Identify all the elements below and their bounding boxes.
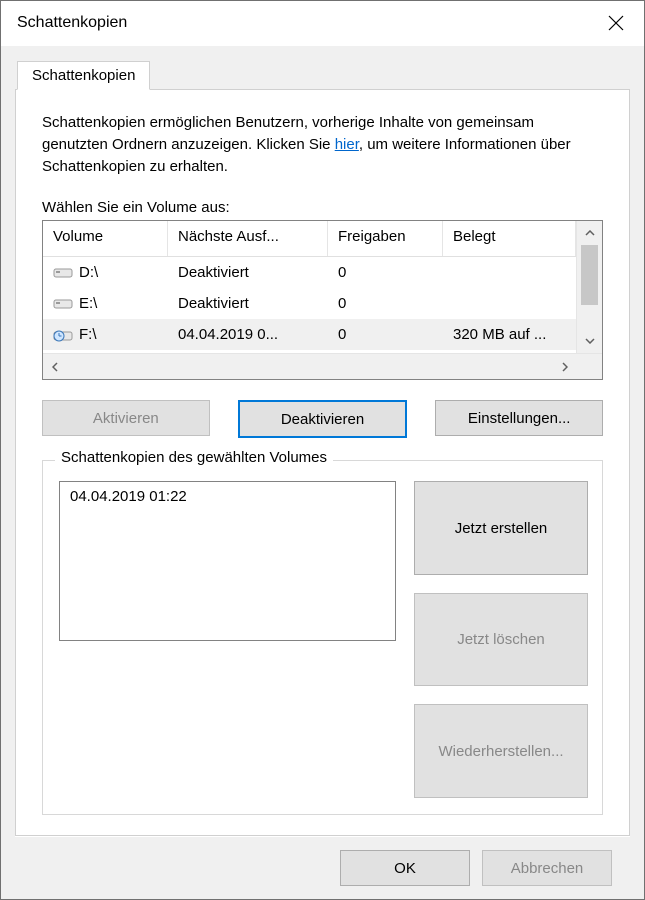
- volume-list-header: Volume Nächste Ausf... Freigaben Belegt: [43, 221, 576, 257]
- window-title: Schattenkopien: [17, 14, 127, 32]
- dialog-footer: OK Abbrechen: [15, 836, 630, 899]
- close-button[interactable]: [588, 1, 644, 45]
- settings-button[interactable]: Einstellungen...: [435, 400, 603, 436]
- scroll-up-icon[interactable]: [577, 221, 602, 245]
- header-volume[interactable]: Volume: [43, 221, 168, 256]
- drive-clock-icon: [53, 328, 73, 342]
- help-link[interactable]: hier: [335, 136, 359, 153]
- shadow-copies-dialog: Schattenkopien Schattenkopien Schattenko…: [0, 0, 645, 900]
- header-used[interactable]: Belegt: [443, 221, 576, 256]
- table-row[interactable]: D:\ Deaktiviert 0: [43, 257, 576, 288]
- select-volume-label: Wählen Sie ein Volume aus:: [42, 199, 603, 216]
- cancel-button[interactable]: Abbrechen: [482, 850, 612, 886]
- groupbox-title: Schattenkopien des gewählten Volumes: [55, 449, 333, 466]
- volume-list[interactable]: Volume Nächste Ausf... Freigaben Belegt: [42, 220, 603, 380]
- deactivate-button[interactable]: Deaktivieren: [238, 400, 408, 438]
- tab-content: Schattenkopien ermöglichen Benutzern, vo…: [15, 89, 630, 836]
- tab-label: Schattenkopien: [32, 67, 135, 84]
- scroll-thumb[interactable]: [581, 245, 598, 305]
- scroll-right-icon[interactable]: [553, 354, 577, 379]
- delete-now-button[interactable]: Jetzt löschen: [414, 593, 588, 687]
- horizontal-scrollbar[interactable]: [43, 353, 602, 379]
- table-row[interactable]: E:\ Deaktiviert 0: [43, 288, 576, 319]
- header-shares[interactable]: Freigaben: [328, 221, 443, 256]
- header-next-run[interactable]: Nächste Ausf...: [168, 221, 328, 256]
- restore-button[interactable]: Wiederherstellen...: [414, 704, 588, 798]
- activate-button[interactable]: Aktivieren: [42, 400, 210, 436]
- intro-text: Schattenkopien ermöglichen Benutzern, vo…: [42, 112, 603, 177]
- drive-icon: [53, 297, 73, 311]
- drive-icon: [53, 266, 73, 280]
- table-row[interactable]: F:\ 04.04.2019 0... 0 320 MB auf ...: [43, 319, 576, 350]
- scroll-down-icon[interactable]: [577, 329, 602, 353]
- dialog-body: Schattenkopien Schattenkopien ermögliche…: [1, 46, 644, 899]
- shadow-copies-list[interactable]: 04.04.2019 01:22: [59, 481, 396, 641]
- vertical-scrollbar[interactable]: [576, 221, 602, 353]
- tab-strip: Schattenkopien: [15, 61, 630, 90]
- list-item[interactable]: 04.04.2019 01:22: [70, 488, 385, 505]
- ok-button[interactable]: OK: [340, 850, 470, 886]
- tab-shadow-copies[interactable]: Schattenkopien: [17, 61, 150, 90]
- scroll-left-icon[interactable]: [43, 354, 67, 379]
- create-now-button[interactable]: Jetzt erstellen: [414, 481, 588, 575]
- close-icon: [608, 15, 624, 31]
- titlebar: Schattenkopien: [1, 1, 644, 46]
- selected-volume-groupbox: Schattenkopien des gewählten Volumes 04.…: [42, 460, 603, 815]
